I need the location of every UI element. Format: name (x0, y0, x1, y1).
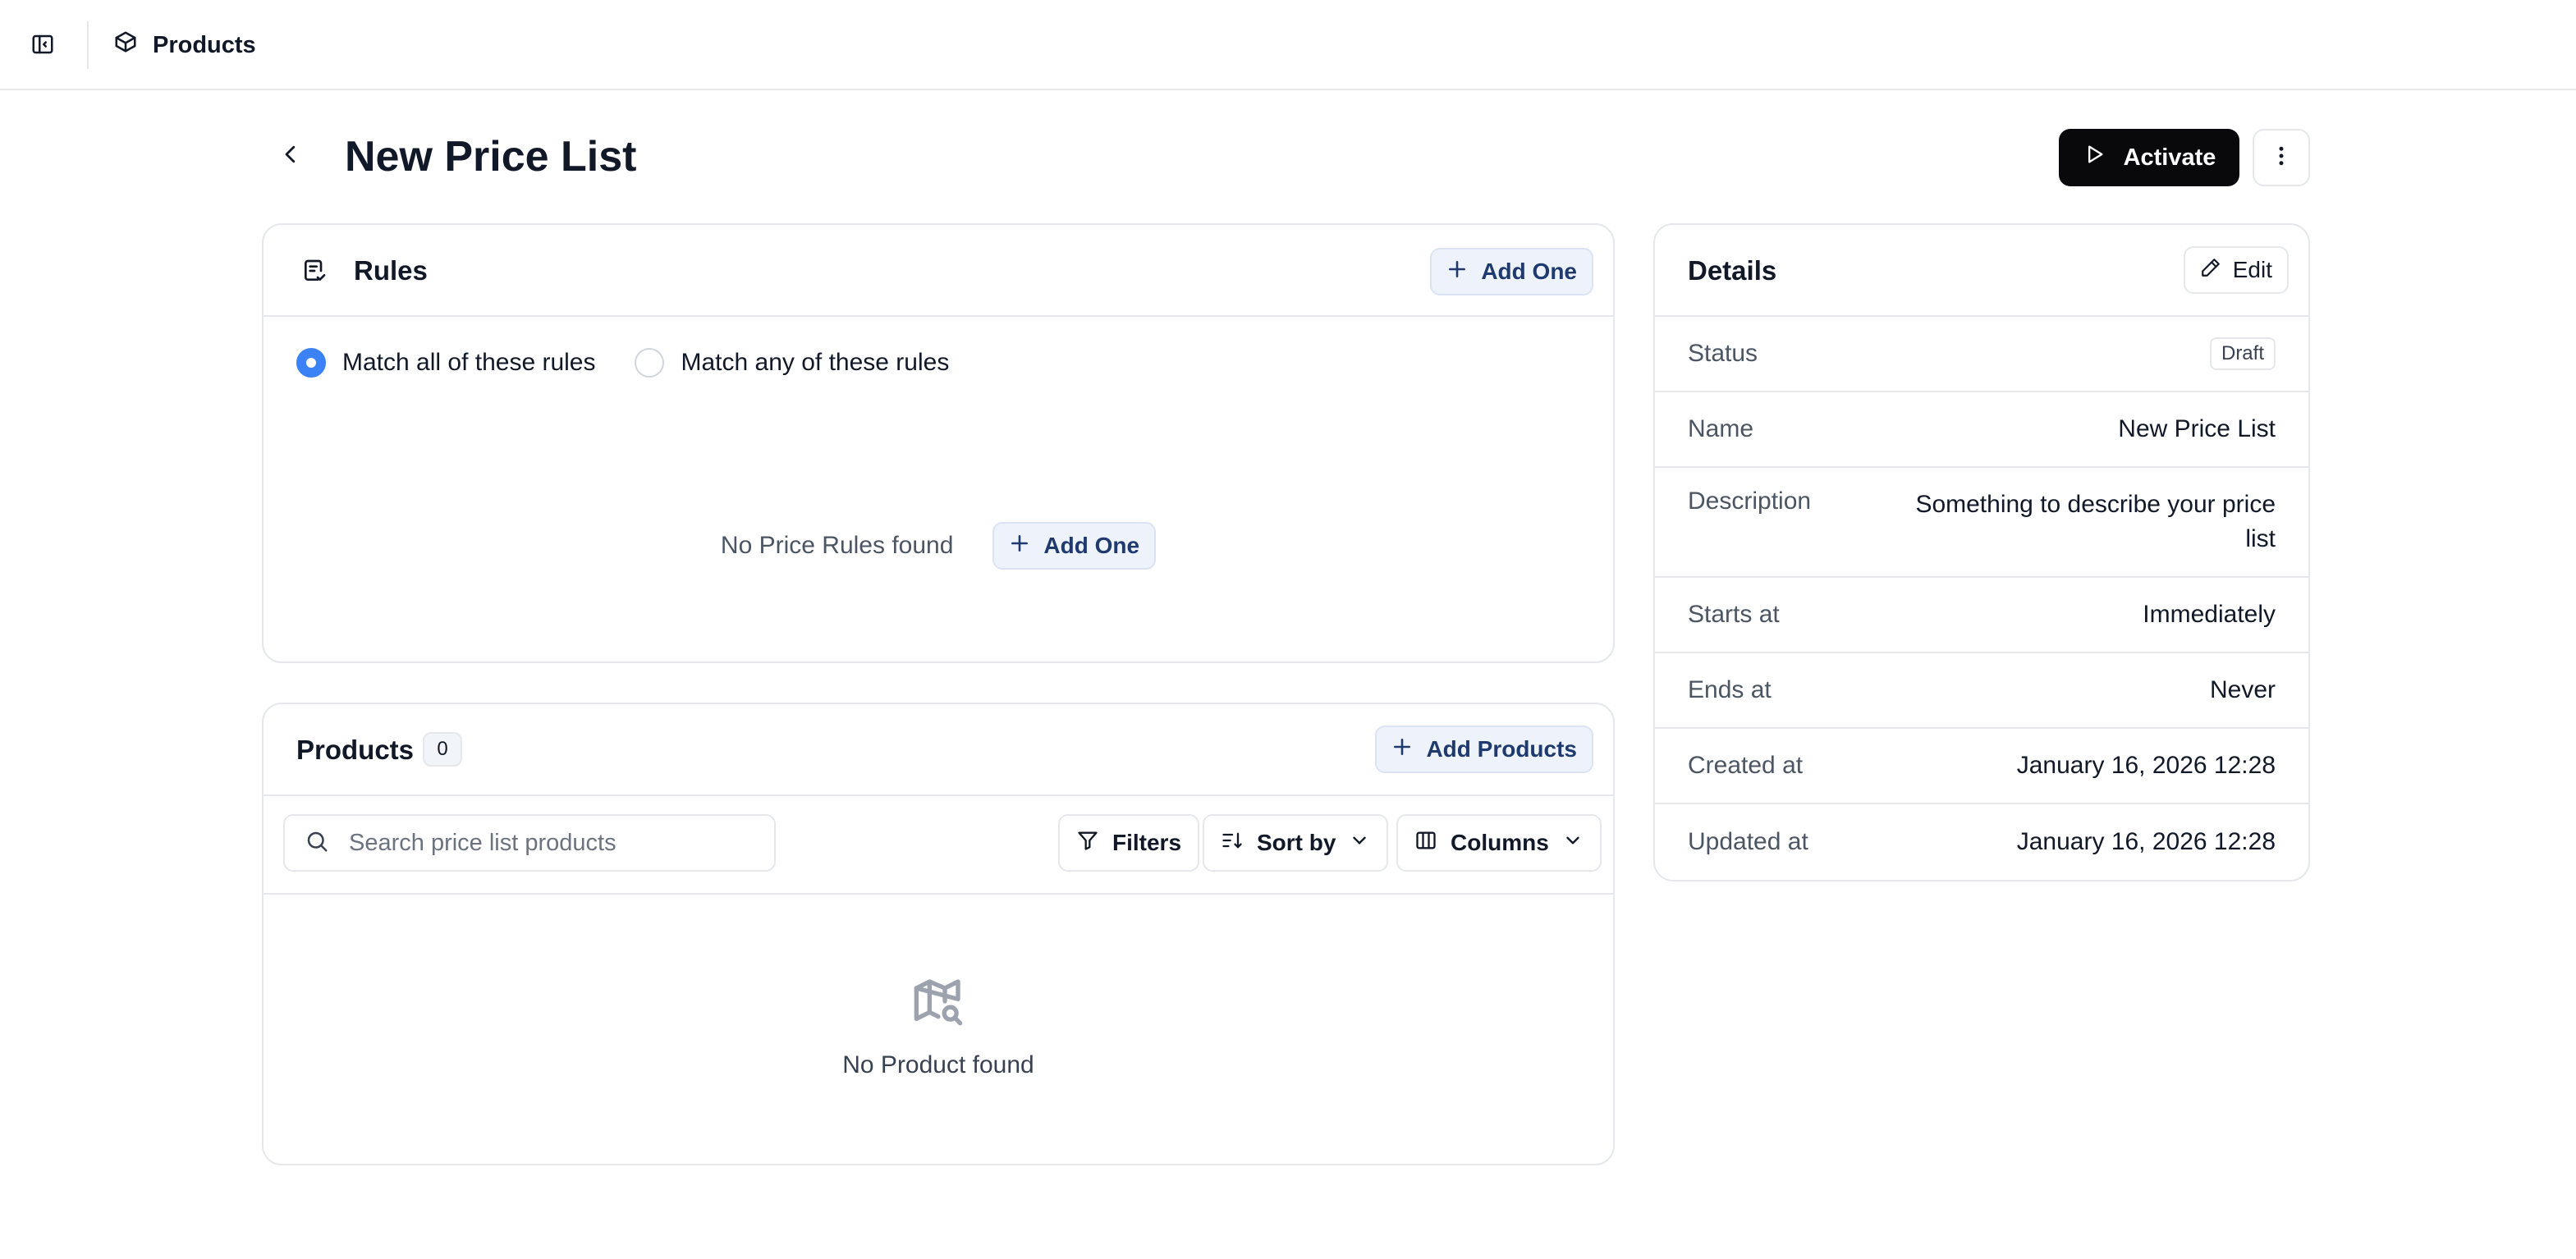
detail-row-name: Name New Price List (1655, 392, 2308, 468)
detail-row-ends-at: Ends at Never (1655, 653, 2308, 729)
match-any-label[interactable]: Match any of these rules (681, 349, 949, 377)
products-empty-text: No Product found (842, 1051, 1034, 1078)
more-options-button[interactable] (2253, 129, 2310, 186)
detail-row-starts-at: Starts at Immediately (1655, 578, 2308, 653)
products-empty-state: No Product found (264, 975, 1613, 1079)
rules-empty-add-label: Add One (1043, 533, 1140, 558)
topbar-divider (87, 21, 89, 69)
sidebar-toggle-icon[interactable] (26, 28, 59, 61)
products-card: Products 0 Add Products Filters Sort (262, 703, 1615, 1165)
rules-empty-add-button[interactable]: Add One (992, 522, 1157, 570)
rules-card: Rules Add One Match all of these rules M… (262, 223, 1615, 663)
match-all-radio[interactable] (296, 348, 326, 378)
detail-value: New Price List (2118, 415, 2276, 442)
rules-empty-state: No Price Rules found Add One (264, 522, 1613, 570)
top-bar: Products (0, 0, 2576, 90)
detail-label: Starts at (1688, 601, 1780, 628)
pencil-icon (2200, 257, 2221, 284)
detail-label: Updated at (1688, 828, 1808, 855)
search-input[interactable] (349, 829, 743, 857)
detail-row-status: Status Draft (1655, 317, 2308, 392)
products-toolbar: Filters Sort by Columns (264, 796, 1613, 895)
search-box[interactable] (283, 814, 776, 872)
more-vertical-icon (2269, 144, 2294, 172)
rules-add-label: Add One (1481, 259, 1577, 284)
page-title: New Price List (345, 133, 637, 181)
detail-value: Something to describe your price list (1915, 491, 2276, 552)
activate-button[interactable]: Activate (2059, 129, 2239, 186)
detail-value: January 16, 2026 12:28 (2016, 752, 2276, 779)
edit-label: Edit (2232, 257, 2272, 282)
match-mode-radio-group: Match all of these rules Match any of th… (296, 348, 988, 378)
filter-icon (1076, 829, 1099, 858)
columns-icon (1414, 829, 1437, 858)
breadcrumb-label: Products (153, 31, 256, 58)
detail-value: Immediately (2143, 601, 2276, 628)
chevron-down-icon (1349, 830, 1370, 857)
map-search-icon (912, 975, 965, 1032)
details-header: Details Edit (1655, 225, 2308, 317)
add-products-label: Add Products (1426, 736, 1577, 762)
detail-label: Name (1688, 415, 1754, 442)
detail-row-description: Description Something to describe your p… (1655, 468, 2308, 578)
sort-by-label: Sort by (1257, 830, 1336, 855)
rules-empty-text: No Price Rules found (720, 532, 954, 559)
detail-value: Never (2209, 676, 2276, 703)
search-icon (305, 829, 329, 858)
chevron-down-icon (1562, 830, 1584, 857)
detail-row-updated-at: Updated at January 16, 2026 12:28 (1655, 804, 2308, 880)
rules-header: Rules Add One (264, 225, 1613, 317)
add-products-button[interactable]: Add Products (1375, 726, 1593, 773)
columns-button[interactable]: Columns (1396, 814, 1602, 872)
play-icon (2083, 143, 2106, 172)
products-count-badge: 0 (423, 732, 462, 767)
back-button[interactable] (273, 138, 309, 174)
detail-label: Description (1688, 488, 1812, 515)
breadcrumb[interactable]: Products (113, 25, 256, 66)
filters-label: Filters (1112, 830, 1182, 855)
rules-add-button[interactable]: Add One (1430, 248, 1593, 295)
status-badge: Draft (2209, 337, 2276, 370)
activate-label: Activate (2123, 144, 2216, 171)
match-any-radio[interactable] (635, 348, 665, 378)
detail-label: Ends at (1688, 676, 1772, 703)
products-header: Products 0 Add Products (264, 704, 1613, 796)
sort-by-button[interactable]: Sort by (1203, 814, 1389, 872)
columns-label: Columns (1451, 830, 1549, 855)
filters-button[interactable]: Filters (1058, 814, 1200, 872)
details-card: Details Edit Status Draft Name New Price… (1653, 223, 2310, 881)
detail-row-created-at: Created at January 16, 2026 12:28 (1655, 729, 2308, 804)
clipboard-check-icon (298, 254, 331, 287)
edit-button[interactable]: Edit (2183, 246, 2289, 294)
plus-icon (1391, 736, 1413, 763)
detail-value: January 16, 2026 12:28 (2016, 828, 2276, 855)
package-icon (113, 30, 138, 61)
details-title: Details (1688, 255, 1777, 286)
plus-icon (1446, 259, 1468, 286)
match-all-label[interactable]: Match all of these rules (342, 349, 595, 377)
detail-label: Status (1688, 340, 1758, 367)
rules-title: Rules (354, 255, 428, 286)
chevron-left-icon (278, 142, 303, 171)
plus-icon (1009, 533, 1030, 560)
products-title: Products (296, 735, 415, 765)
sort-icon (1221, 829, 1244, 858)
detail-label: Created at (1688, 752, 1804, 779)
